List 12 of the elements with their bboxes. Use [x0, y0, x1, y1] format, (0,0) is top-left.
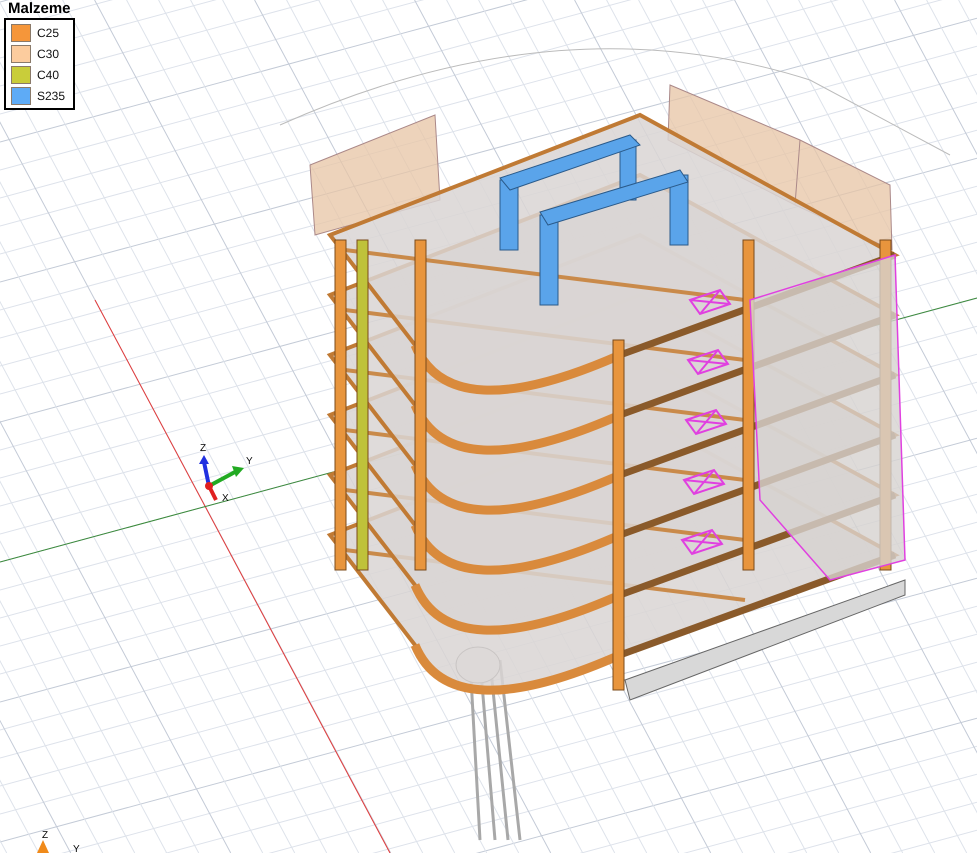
y-axis-label: Y — [73, 844, 80, 853]
axis-triad-icon — [199, 455, 244, 501]
material-label: C25 — [37, 26, 60, 40]
material-label: S235 — [37, 89, 66, 103]
y-axis-label: Y — [246, 456, 253, 467]
legend-title: Malzeme — [7, 0, 71, 17]
material-label: C30 — [37, 47, 60, 61]
material-label: C40 — [37, 68, 60, 82]
x-axis-label: X — [222, 493, 229, 504]
corner-triad-icon — [37, 840, 49, 853]
z-axis-label: Z — [200, 443, 206, 454]
z-axis-label: Z — [42, 830, 48, 841]
